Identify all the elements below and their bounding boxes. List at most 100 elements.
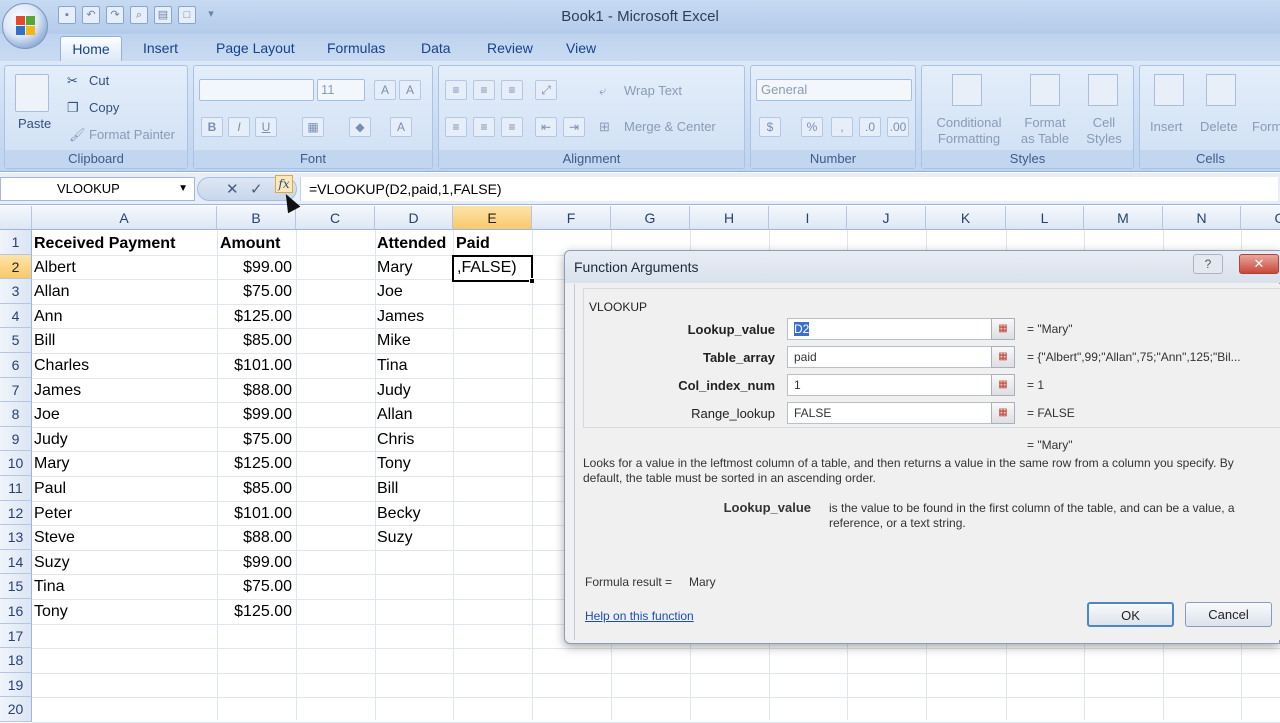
font-color-icon[interactable]: A (390, 117, 412, 137)
column-header-d[interactable]: D (375, 206, 453, 230)
cancel-button[interactable]: Cancel (1185, 602, 1272, 627)
row-header-17[interactable]: 17 (0, 623, 32, 649)
header-amount[interactable]: Amount (220, 232, 295, 256)
shrink-font-icon[interactable]: A (399, 80, 421, 100)
row-header-9[interactable]: 9 (0, 426, 32, 452)
cell-received-name[interactable]: Bill (34, 329, 214, 353)
borders-icon[interactable]: ▦ (302, 117, 324, 137)
number-format-select[interactable]: General (756, 79, 912, 101)
col-index-num-input[interactable]: 1 (787, 374, 993, 396)
column-header-f[interactable]: F (532, 206, 611, 230)
header-received-payment[interactable]: Received Payment (34, 232, 214, 256)
tab-insert[interactable]: Insert (143, 40, 178, 56)
column-header-e[interactable]: E (453, 206, 532, 230)
wrap-text-button[interactable]: Wrap Text (624, 83, 682, 98)
column-header-h[interactable]: H (690, 206, 769, 230)
row-header-8[interactable]: 8 (0, 402, 32, 427)
insert-cells-button[interactable]: Insert (1150, 119, 1183, 134)
cell-attended-name[interactable]: Mike (377, 329, 451, 353)
row-header-14[interactable]: 14 (0, 549, 32, 575)
row-header-20[interactable]: 20 (0, 697, 32, 722)
cell-amount[interactable]: $125.00 (217, 452, 296, 476)
cell-received-name[interactable]: Peter (34, 502, 214, 526)
column-header-i[interactable]: I (769, 206, 847, 230)
row-header-15[interactable]: 15 (0, 574, 32, 599)
cell-attended-name[interactable]: Bill (377, 477, 451, 501)
dialog-title[interactable]: Function Arguments (565, 251, 1280, 283)
collapse-dialog-icon[interactable]: ▦ (991, 318, 1015, 340)
cell-received-name[interactable]: Mary (34, 452, 214, 476)
cell-styles-button[interactable]: Cell Styles (1076, 115, 1132, 147)
cell-received-name[interactable]: Tony (34, 600, 214, 624)
column-header-m[interactable]: M (1084, 206, 1163, 230)
align-right-icon[interactable]: ≡ (501, 117, 523, 137)
enter-formula-icon[interactable]: ✓ (250, 180, 263, 198)
align-bottom-icon[interactable]: ≡ (501, 80, 523, 100)
cell-amount[interactable]: $75.00 (217, 428, 296, 452)
row-header-7[interactable]: 7 (0, 377, 32, 403)
ok-button[interactable]: OK (1087, 602, 1174, 627)
cell-amount[interactable]: $75.00 (217, 575, 296, 599)
format-as-table-button[interactable]: Format as Table (1015, 115, 1075, 147)
cell-amount[interactable]: $99.00 (217, 551, 296, 575)
collapse-dialog-icon[interactable]: ▦ (991, 402, 1015, 424)
percent-button[interactable]: % (801, 117, 823, 137)
row-header-1[interactable]: 1 (0, 230, 32, 255)
cell-received-name[interactable]: Charles (34, 354, 214, 378)
align-top-icon[interactable]: ≡ (445, 80, 467, 100)
decrease-indent-icon[interactable]: ⇤ (535, 117, 557, 137)
cell-attended-name[interactable]: Tina (377, 354, 451, 378)
fill-handle[interactable] (529, 278, 535, 284)
grow-font-icon[interactable]: A (374, 80, 396, 100)
row-header-5[interactable]: 5 (0, 328, 32, 353)
cell-received-name[interactable]: Judy (34, 428, 214, 452)
collapse-dialog-icon[interactable]: ▦ (991, 346, 1015, 368)
decrease-decimal-icon[interactable]: .00 (887, 117, 909, 137)
copy-button[interactable]: Copy (89, 100, 119, 115)
merge-center-button[interactable]: Merge & Center (624, 119, 716, 134)
cell-received-name[interactable]: Albert (34, 256, 214, 280)
cell-received-name[interactable]: Ann (34, 305, 214, 329)
cell-received-name[interactable]: James (34, 379, 214, 403)
align-middle-icon[interactable]: ≡ (473, 80, 495, 100)
cell-amount[interactable]: $125.00 (217, 305, 296, 329)
cell-attended-name[interactable]: Suzy (377, 526, 451, 550)
paste-button[interactable]: Paste (18, 116, 51, 131)
orientation-icon[interactable]: ⤢ (535, 80, 557, 100)
cell-attended-name[interactable]: Allan (377, 403, 451, 427)
format-cells-button[interactable]: Form (1252, 119, 1280, 134)
cell-received-name[interactable]: Joe (34, 403, 214, 427)
cell-amount[interactable]: $101.00 (217, 354, 296, 378)
cancel-formula-icon[interactable]: ✕ (226, 180, 239, 198)
header-paid[interactable]: Paid (456, 232, 531, 256)
collapse-dialog-icon[interactable]: ▦ (991, 374, 1015, 396)
fill-color-icon[interactable]: ◆ (349, 117, 371, 137)
cell-attended-name[interactable]: Mary (377, 256, 451, 280)
column-header-n[interactable]: N (1163, 206, 1241, 230)
name-box-dropdown-icon[interactable]: ▼ (178, 178, 188, 200)
column-header-c[interactable]: C (296, 206, 375, 230)
cell-amount[interactable]: $75.00 (217, 280, 296, 304)
row-header-19[interactable]: 19 (0, 672, 32, 698)
cell-attended-name[interactable]: Joe (377, 280, 451, 304)
tab-view[interactable]: View (566, 40, 596, 56)
font-name-select[interactable] (199, 79, 314, 101)
italic-button[interactable]: I (228, 117, 250, 137)
cell-amount[interactable]: $99.00 (217, 403, 296, 427)
cell-received-name[interactable]: Allan (34, 280, 214, 304)
column-header-a[interactable]: A (32, 206, 217, 230)
row-header-18[interactable]: 18 (0, 648, 32, 673)
cell-attended-name[interactable]: James (377, 305, 451, 329)
align-center-icon[interactable]: ≡ (473, 117, 495, 137)
dialog-close-button[interactable]: ✕ (1239, 254, 1279, 274)
cell-amount[interactable]: $125.00 (217, 600, 296, 624)
cell-attended-name[interactable]: Chris (377, 428, 451, 452)
formula-input[interactable]: =VLOOKUP(D2,paid,1,FALSE) (300, 177, 1278, 201)
select-all-corner[interactable] (0, 206, 32, 230)
cell-amount[interactable]: $88.00 (217, 526, 296, 550)
cell-attended-name[interactable]: Becky (377, 502, 451, 526)
underline-button[interactable]: U (255, 117, 277, 137)
row-header-3[interactable]: 3 (0, 279, 32, 304)
column-header-o[interactable]: O (1241, 206, 1280, 230)
row-header-6[interactable]: 6 (0, 353, 32, 378)
